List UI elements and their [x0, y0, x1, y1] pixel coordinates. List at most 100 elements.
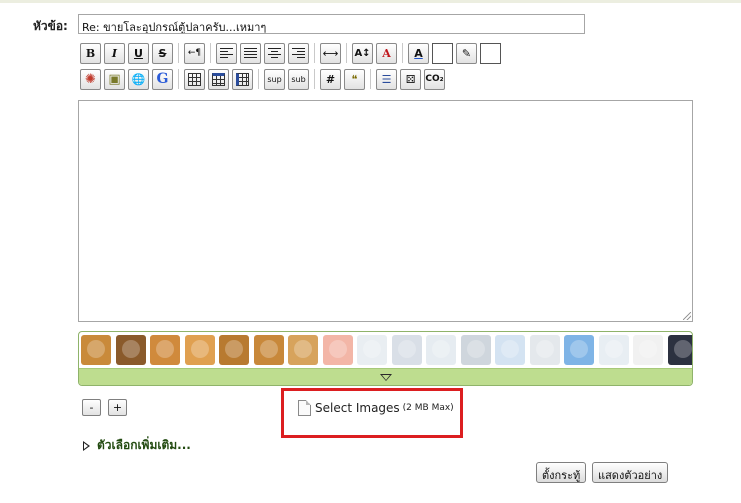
italic-icon: I: [111, 46, 118, 60]
formatting-toolbar-row-1: B I U S ←¶ ⟷ A↕ A A ✎: [80, 42, 504, 64]
more-options-toggle[interactable]: ตัวเลือกเพิ่มเติม...: [83, 436, 191, 455]
table-header-icon: [212, 72, 225, 86]
smiley-expand-button[interactable]: [79, 368, 692, 385]
bold-icon: B: [85, 46, 96, 60]
smiley-monkey-5-icon[interactable]: [219, 335, 249, 365]
table-cell-icon: [236, 72, 249, 86]
toolbar-separator: [314, 69, 315, 89]
subject-label: หัวข้อ:: [33, 19, 68, 33]
dice-icon: ⚄: [405, 72, 416, 86]
smiley-onion-6-icon[interactable]: [529, 335, 560, 365]
link-icon: 🌐: [131, 72, 146, 86]
chevron-right-icon: [83, 440, 90, 451]
smiley-monkey-1-icon[interactable]: [81, 335, 111, 365]
toolbar-separator: [178, 69, 179, 89]
co2-button[interactable]: CO₂: [424, 68, 445, 90]
smiley-onion-2-icon[interactable]: [391, 335, 422, 365]
smiley-onion-7-icon[interactable]: [564, 335, 594, 365]
toolbar-separator: [258, 69, 259, 89]
google-icon: G: [156, 71, 169, 87]
underline-button[interactable]: U: [128, 42, 149, 64]
align-center-icon: [268, 47, 281, 59]
smiley-panel: [78, 331, 693, 386]
italic-button[interactable]: I: [104, 42, 125, 64]
align-justify-button[interactable]: [240, 42, 261, 64]
smiley-onion-3-icon[interactable]: [426, 335, 456, 365]
top-border: [0, 0, 741, 3]
smiley-onion-9-icon[interactable]: [633, 335, 663, 365]
submit-button[interactable]: ตั้งกระทู้: [536, 462, 587, 483]
more-options-label: ตัวเลือกเพิ่มเติม...: [97, 438, 191, 452]
smiley-monkey-4-icon[interactable]: [184, 335, 215, 365]
toolbar-separator: [178, 43, 179, 63]
highlight-color-icon: ✎: [461, 46, 472, 60]
highlight-color-button[interactable]: ✎: [456, 42, 477, 64]
table-icon: [188, 72, 201, 86]
text-color-swatch[interactable]: [432, 42, 453, 64]
superscript-button[interactable]: sup: [264, 68, 285, 90]
table-cell-button[interactable]: [232, 68, 253, 90]
strikethrough-button[interactable]: S: [152, 42, 173, 64]
smiley-onion-10-icon[interactable]: [667, 335, 692, 365]
smiley-monkey-3-icon[interactable]: [150, 335, 180, 365]
code-icon: #: [325, 72, 336, 86]
align-center-button[interactable]: [264, 42, 285, 64]
flash-button[interactable]: ✺: [80, 68, 101, 90]
bold-button[interactable]: B: [80, 42, 101, 64]
list-icon: ☰: [381, 72, 392, 86]
list-button[interactable]: ☰: [376, 68, 397, 90]
formatting-toolbar-row-2: ✺ ▣ 🌐 Gsup sub # ❝ ☰ ⚄ CO₂: [80, 68, 448, 90]
code-button[interactable]: #: [320, 68, 341, 90]
highlight-color-swatch[interactable]: [480, 42, 501, 64]
font-size-icon: A↕: [354, 47, 371, 59]
font-face-button[interactable]: A: [376, 42, 397, 64]
chevron-down-icon: [379, 373, 392, 381]
text-direction-button[interactable]: ←¶: [184, 42, 205, 64]
text-direction-icon: ←¶: [187, 48, 202, 58]
shrink-editor-button[interactable]: -: [82, 399, 101, 416]
subscript-button[interactable]: sub: [288, 68, 309, 90]
align-right-button[interactable]: [288, 42, 309, 64]
quote-button[interactable]: ❝: [344, 68, 365, 90]
font-face-icon: A: [382, 46, 391, 60]
smiley-strip: [81, 335, 692, 367]
align-justify-icon: [244, 47, 257, 59]
grow-editor-button[interactable]: +: [108, 399, 127, 416]
dice-button[interactable]: ⚄: [400, 68, 421, 90]
subject-input[interactable]: Re: ขายโละอุปกรณ์ตู้ปลาครับ...เหมาๆ: [78, 14, 585, 34]
smiley-monkey-2-icon[interactable]: [115, 335, 146, 365]
smiley-monkey-6-icon[interactable]: [253, 335, 284, 365]
smiley-onion-1-icon[interactable]: [357, 335, 387, 365]
red-highlight-box: [281, 388, 463, 438]
toolbar-separator: [346, 43, 347, 63]
google-button[interactable]: G: [152, 68, 173, 90]
horizontal-rule-button[interactable]: ⟷: [320, 42, 341, 64]
smiley-pig-1-icon[interactable]: [322, 335, 353, 365]
smiley-onion-8-icon[interactable]: [598, 335, 629, 365]
align-left-button[interactable]: [216, 42, 237, 64]
message-editor[interactable]: [78, 100, 693, 322]
toolbar-separator: [370, 69, 371, 89]
text-color-icon: A: [414, 46, 423, 60]
align-left-icon: [220, 47, 233, 59]
horizontal-rule-icon: ⟷: [322, 46, 339, 60]
link-button[interactable]: 🌐: [128, 68, 149, 90]
smiley-monkey-7-icon[interactable]: [288, 335, 318, 365]
flash-icon: ✺: [85, 71, 96, 87]
resize-grip-icon[interactable]: [683, 312, 691, 320]
text-color-button[interactable]: A: [408, 42, 429, 64]
table-header-button[interactable]: [208, 68, 229, 90]
table-button[interactable]: [184, 68, 205, 90]
font-size-button[interactable]: A↕: [352, 42, 373, 64]
underline-icon: U: [134, 46, 143, 60]
smiley-onion-4-icon[interactable]: [460, 335, 491, 365]
subscript-icon: sub: [291, 74, 306, 84]
co2-icon: CO₂: [425, 74, 444, 84]
toolbar-separator: [402, 43, 403, 63]
quote-icon: ❝: [351, 72, 358, 86]
strikethrough-icon: S: [158, 46, 167, 60]
align-right-icon: [292, 47, 305, 59]
image-button[interactable]: ▣: [104, 68, 125, 90]
preview-button[interactable]: แสดงตัวอย่าง: [592, 462, 669, 483]
smiley-onion-5-icon[interactable]: [495, 335, 525, 365]
